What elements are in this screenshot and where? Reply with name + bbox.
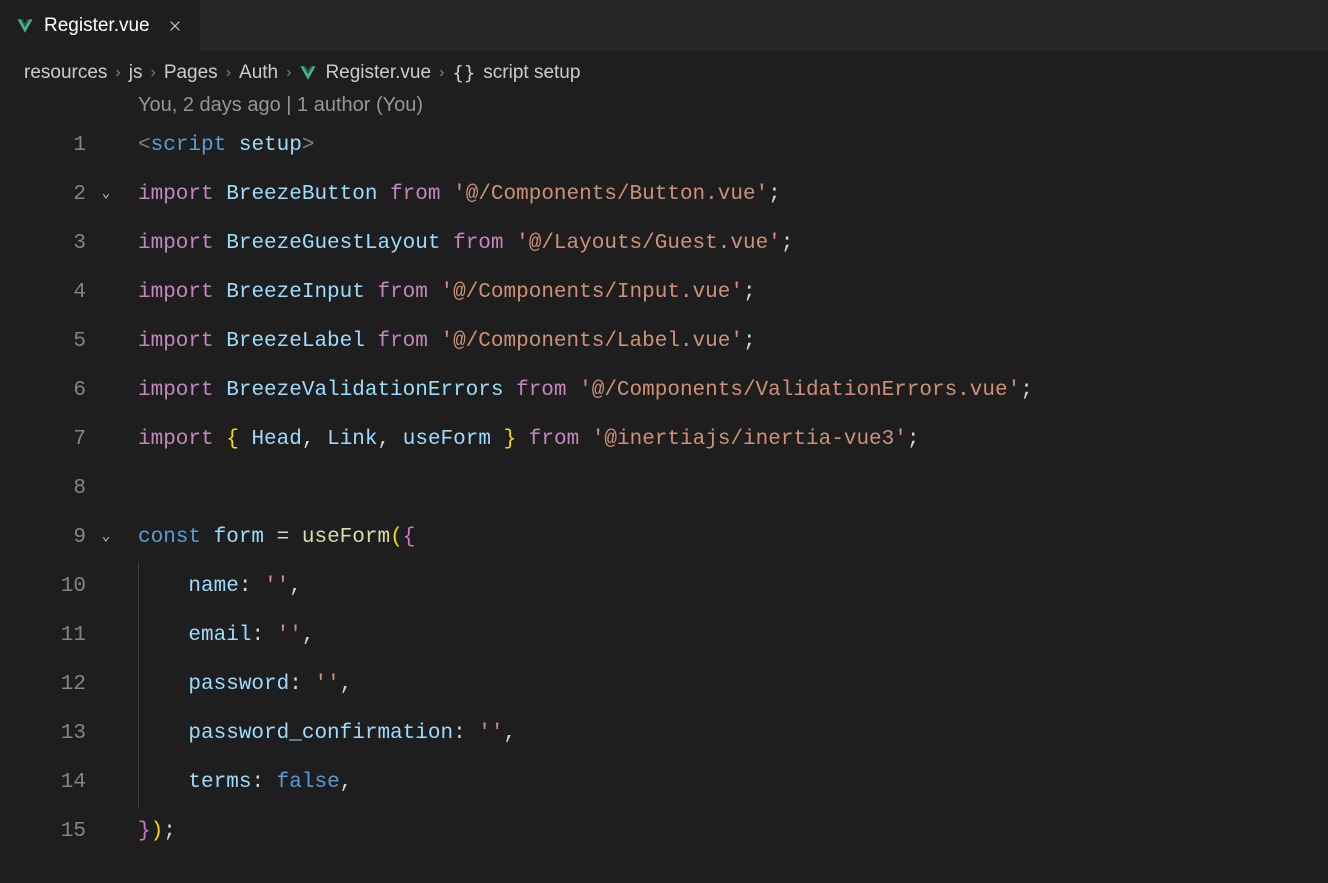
code-content[interactable]: password_confirmation: '', xyxy=(118,709,516,758)
code-content[interactable]: import BreezeValidationErrors from '@/Co… xyxy=(118,366,1033,415)
code-content[interactable]: name: '', xyxy=(118,562,302,611)
code-content[interactable]: import BreezeButton from '@/Components/B… xyxy=(118,170,781,219)
code-content[interactable]: <script setup> xyxy=(118,121,314,170)
code-line[interactable]: 1 <script setup> xyxy=(0,121,1328,170)
chevron-down-icon[interactable]: ⌄ xyxy=(102,170,110,219)
code-content[interactable]: }); xyxy=(118,807,176,856)
line-number: 2 xyxy=(0,170,94,219)
line-number: 6 xyxy=(0,366,94,415)
breadcrumb-segment[interactable]: Pages xyxy=(164,62,218,84)
line-number: 13 xyxy=(0,709,94,758)
code-content[interactable]: password: '', xyxy=(118,660,352,709)
code-line[interactable]: 5 import BreezeLabel from '@/Components/… xyxy=(0,317,1328,366)
code-content[interactable]: import BreezeLabel from '@/Components/La… xyxy=(118,317,756,366)
breadcrumb-segment[interactable]: Auth xyxy=(239,62,278,84)
line-number: 11 xyxy=(0,611,94,660)
code-content[interactable]: import BreezeGuestLayout from '@/Layouts… xyxy=(118,219,793,268)
line-number: 15 xyxy=(0,807,94,856)
line-number: 9 xyxy=(0,513,94,562)
line-number: 4 xyxy=(0,268,94,317)
line-number: 1 xyxy=(0,121,94,170)
breadcrumb-segment[interactable]: Register.vue xyxy=(325,62,431,84)
code-editor[interactable]: You, 2 days ago | 1 author (You) 1 <scri… xyxy=(0,94,1328,856)
git-blame-annotation: You, 2 days ago | 1 author (You) xyxy=(0,94,1328,117)
code-line[interactable]: 2 ⌄ import BreezeButton from '@/Componen… xyxy=(0,170,1328,219)
line-number: 12 xyxy=(0,660,94,709)
tab-register-vue[interactable]: Register.vue xyxy=(0,0,200,51)
code-content[interactable]: import { Head, Link, useForm } from '@in… xyxy=(118,415,919,464)
vue-file-icon xyxy=(16,17,34,35)
chevron-right-icon: › xyxy=(150,64,155,82)
breadcrumb: resources › js › Pages › Auth › Register… xyxy=(0,52,1328,94)
fold-gutter[interactable]: ⌄ xyxy=(94,170,118,219)
breadcrumb-segment[interactable]: script setup xyxy=(483,62,580,84)
code-line[interactable]: 10 name: '', xyxy=(0,562,1328,611)
code-line[interactable]: 4 import BreezeInput from '@/Components/… xyxy=(0,268,1328,317)
code-content[interactable]: const form = useForm({ xyxy=(118,513,415,562)
chevron-right-icon: › xyxy=(286,64,291,82)
code-line[interactable]: 14 terms: false, xyxy=(0,758,1328,807)
code-line[interactable]: 13 password_confirmation: '', xyxy=(0,709,1328,758)
code-content[interactable]: import BreezeInput from '@/Components/In… xyxy=(118,268,756,317)
chevron-right-icon: › xyxy=(439,64,444,82)
code-line[interactable]: 7 import { Head, Link, useForm } from '@… xyxy=(0,415,1328,464)
code-content[interactable]: email: '', xyxy=(118,611,314,660)
code-line[interactable]: 12 password: '', xyxy=(0,660,1328,709)
breadcrumb-segment[interactable]: js xyxy=(129,62,143,84)
tab-filename: Register.vue xyxy=(44,15,150,37)
code-content[interactable]: terms: false, xyxy=(118,758,352,807)
chevron-right-icon: › xyxy=(226,64,231,82)
vue-file-icon xyxy=(299,64,317,82)
line-number: 10 xyxy=(0,562,94,611)
line-number: 7 xyxy=(0,415,94,464)
code-line[interactable]: 15 }); xyxy=(0,807,1328,856)
code-line[interactable]: 8 xyxy=(0,464,1328,513)
close-icon[interactable] xyxy=(166,17,184,35)
line-number: 5 xyxy=(0,317,94,366)
line-number: 8 xyxy=(0,464,94,513)
breadcrumb-segment[interactable]: resources xyxy=(24,62,107,84)
code-line[interactable]: 11 email: '', xyxy=(0,611,1328,660)
braces-icon: {} xyxy=(452,62,475,84)
fold-gutter[interactable]: ⌄ xyxy=(94,513,118,562)
tab-bar: Register.vue xyxy=(0,0,1328,52)
chevron-right-icon: › xyxy=(115,64,120,82)
line-number: 3 xyxy=(0,219,94,268)
code-line[interactable]: 3 import BreezeGuestLayout from '@/Layou… xyxy=(0,219,1328,268)
code-line[interactable]: 9 ⌄ const form = useForm({ xyxy=(0,513,1328,562)
line-number: 14 xyxy=(0,758,94,807)
code-line[interactable]: 6 import BreezeValidationErrors from '@/… xyxy=(0,366,1328,415)
chevron-down-icon[interactable]: ⌄ xyxy=(102,513,110,562)
